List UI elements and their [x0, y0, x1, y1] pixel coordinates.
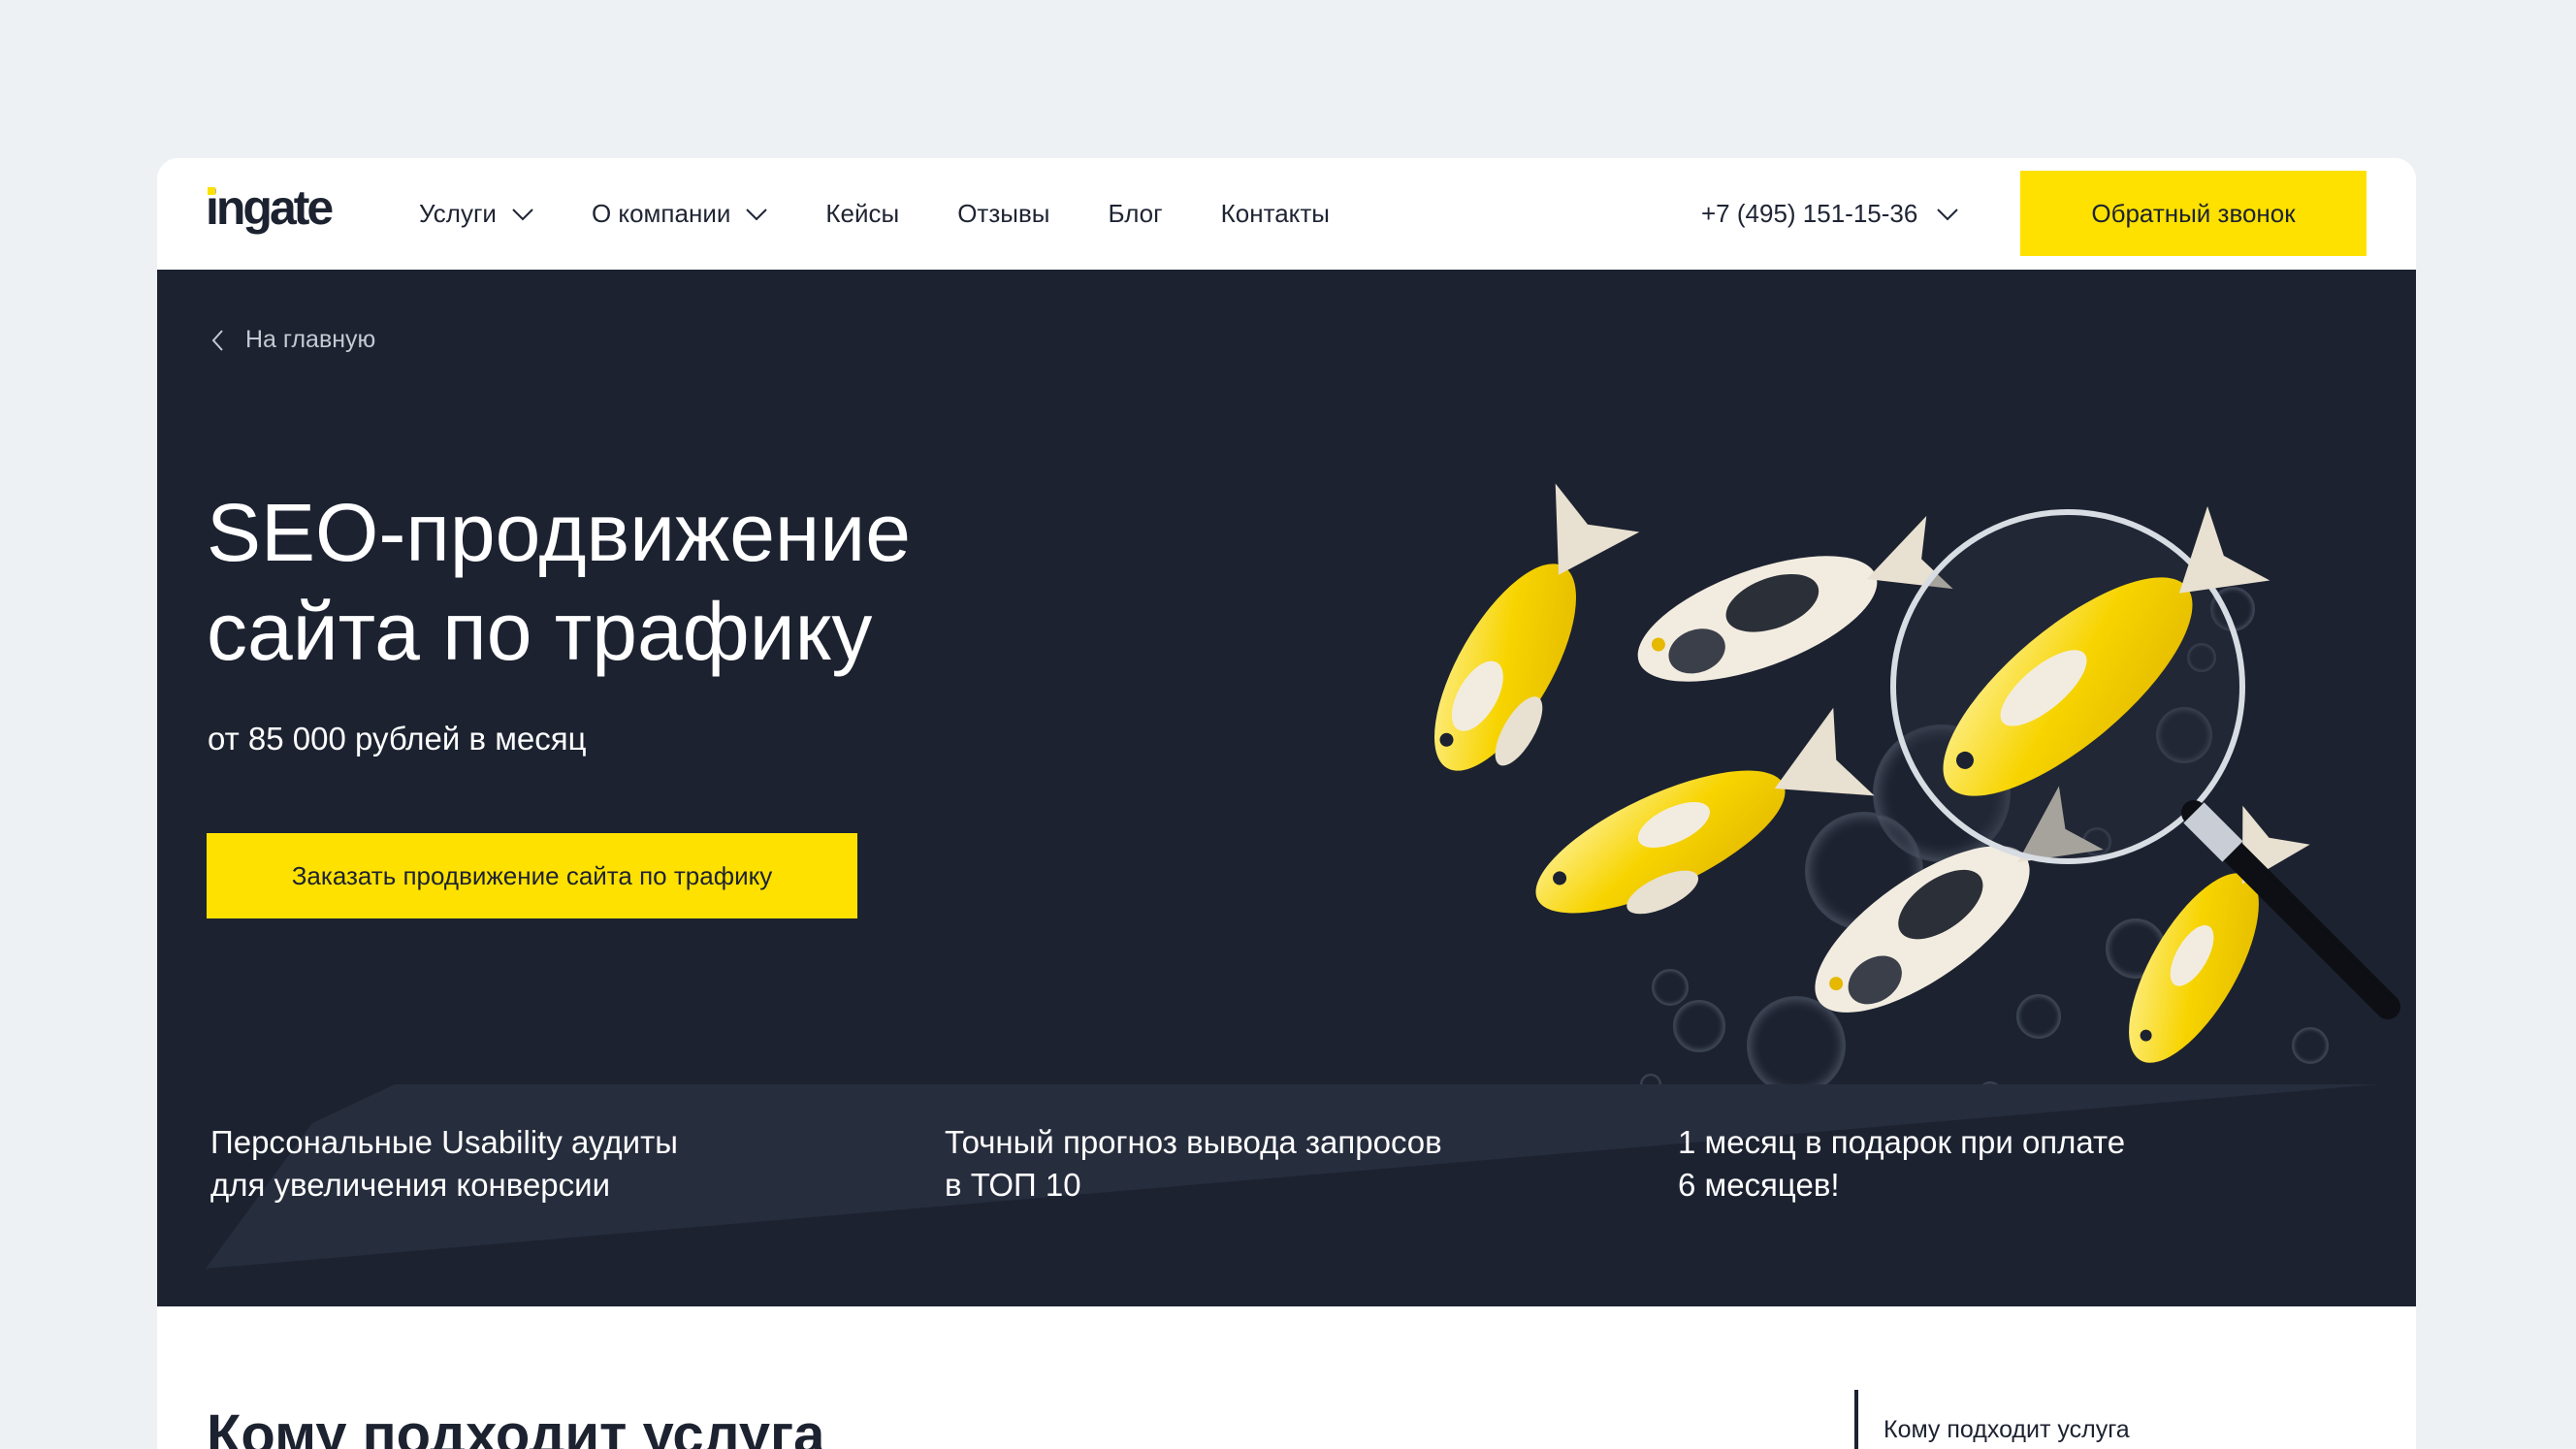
koi-fish-illustration: [1434, 483, 2400, 1107]
nav-item-services[interactable]: Услуги: [419, 199, 533, 229]
nav-item-about[interactable]: О компании: [591, 199, 768, 229]
site-header: ingate Услуги О компании Кейсы Отзывы Бл…: [157, 158, 2416, 270]
main-nav: Услуги О компании Кейсы Отзывы Блог Конт…: [419, 158, 1388, 270]
svg-text:ingate: ingate: [206, 183, 333, 235]
phone-dropdown[interactable]: +7 (495) 151-15-36: [1701, 158, 1959, 270]
nav-label: Кейсы: [825, 199, 900, 228]
page-frame: ingate Услуги О компании Кейсы Отзывы Бл…: [157, 158, 2416, 1449]
hero-section: На главную SEO-продвижение сайта по траф…: [157, 270, 2416, 1306]
nav-item-blog[interactable]: Блог: [1108, 199, 1162, 229]
feature-forecast: Точный прогноз вывода запросов в ТОП 10: [945, 1121, 1546, 1207]
chevron-down-icon: [512, 208, 533, 220]
feature-line: в ТОП 10: [945, 1167, 1081, 1203]
koi-fish: [1434, 483, 1640, 771]
order-promotion-button[interactable]: Заказать продвижение сайта по трафику: [207, 833, 857, 918]
page-title: SEO-продвижение сайта по трафику: [207, 483, 1176, 681]
feature-line: 6 месяцев!: [1678, 1167, 1840, 1203]
nav-item-contacts[interactable]: Контакты: [1221, 199, 1330, 229]
phone-number: +7 (495) 151-15-36: [1701, 199, 1918, 228]
title-line: сайта по трафику: [207, 586, 873, 677]
feature-gift-month: 1 месяц в подарок при оплате 6 месяцев!: [1678, 1121, 2279, 1207]
nav-label: Отзывы: [957, 199, 1050, 228]
breadcrumb-home-link[interactable]: На главную: [210, 326, 375, 354]
nav-label: Услуги: [419, 199, 497, 228]
feature-line: Персональные Usability аудиты: [210, 1124, 678, 1160]
ingate-logo[interactable]: ingate: [206, 183, 356, 243]
feature-line: для увеличения конверсии: [210, 1167, 611, 1203]
title-line: SEO-продвижение: [207, 487, 911, 578]
toc-divider: [1854, 1390, 1858, 1449]
feature-line: 1 месяц в подарок при оплате: [1678, 1124, 2126, 1160]
chevron-left-icon: [211, 329, 223, 351]
nav-label: Блог: [1108, 199, 1163, 228]
nav-item-reviews[interactable]: Отзывы: [957, 199, 1049, 229]
section-title: Кому подходит услуга: [207, 1403, 825, 1449]
chevron-down-icon: [746, 208, 768, 220]
nav-label: О компании: [591, 199, 731, 228]
callback-button[interactable]: Обратный звонок: [2020, 171, 2367, 256]
price-text: от 85 000 рублей в месяц: [208, 721, 587, 757]
feature-line: Точный прогноз вывода запросов: [945, 1124, 1442, 1160]
chevron-down-icon: [1937, 208, 1959, 220]
feature-usability: Персональные Usability аудиты для увелич…: [210, 1121, 812, 1207]
nav-item-cases[interactable]: Кейсы: [825, 199, 899, 229]
breadcrumb-label: На главную: [245, 326, 376, 353]
toc-item-audience[interactable]: Кому подходит услуга: [1884, 1416, 2130, 1444]
nav-label: Контакты: [1220, 199, 1330, 228]
